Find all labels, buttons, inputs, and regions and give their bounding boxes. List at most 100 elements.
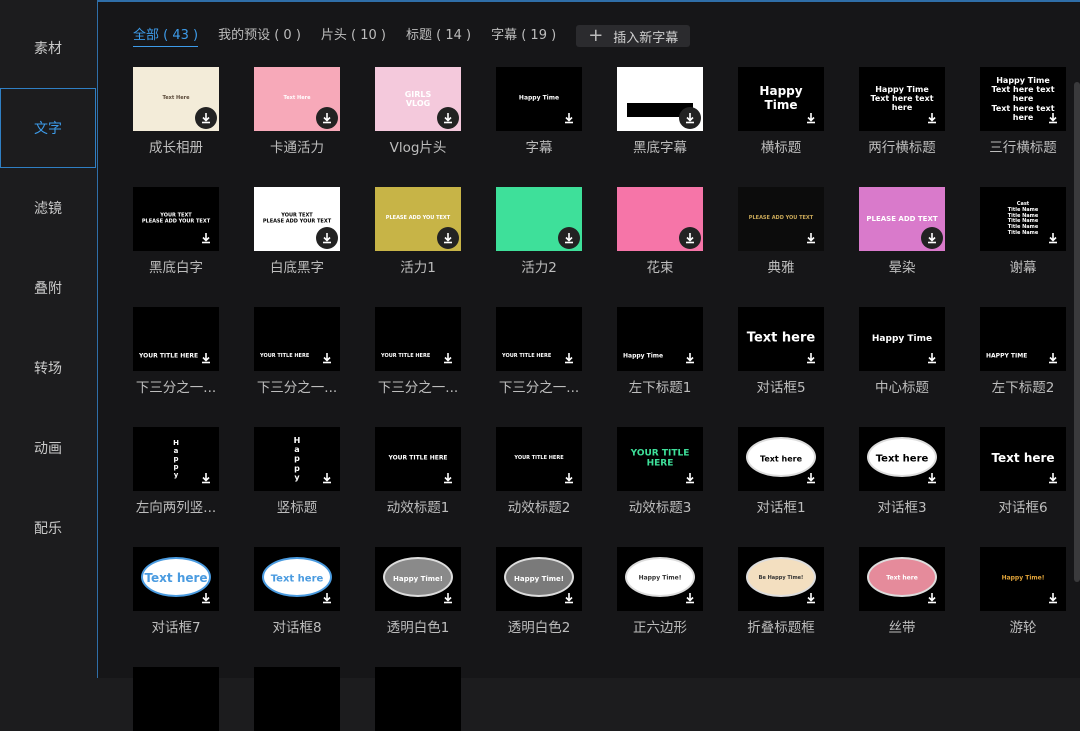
template-thumbnail[interactable]: Text Here <box>133 67 219 131</box>
sidebar-item-transition[interactable]: 转场 <box>0 328 96 408</box>
template-thumbnail[interactable]: Text here <box>133 547 219 611</box>
tab-2[interactable]: 片头 ( 10 ) <box>321 26 386 46</box>
template-thumbnail[interactable]: Happy Time <box>859 307 945 371</box>
download-icon[interactable] <box>316 587 338 609</box>
template-thumbnail[interactable]: YOUR TITLE HERE <box>617 427 703 491</box>
template-card[interactable]: Happy Time! 正六边形 <box>617 547 703 636</box>
template-card[interactable]: HAPPY TIME 左下标题2 <box>980 307 1066 396</box>
download-icon[interactable] <box>195 587 217 609</box>
tab-1[interactable]: 我的预设 ( 0 ) <box>218 26 301 46</box>
template-thumbnail[interactable]: Happy Time! <box>617 547 703 611</box>
template-thumbnail[interactable] <box>617 187 703 251</box>
template-card[interactable]: YOUR TEXT PLEASE ADD YOUR TEXT 黑底白字 <box>133 187 219 276</box>
template-thumbnail[interactable]: GIRLS VLOG <box>375 67 461 131</box>
template-thumbnail[interactable] <box>375 667 461 731</box>
download-icon[interactable] <box>921 227 943 249</box>
template-card[interactable]: 花束 <box>617 187 703 276</box>
template-card[interactable] <box>375 667 461 731</box>
template-card[interactable]: Cast Title Name Title Name Title Name Ti… <box>980 187 1066 276</box>
template-thumbnail[interactable]: Text here <box>980 427 1066 491</box>
download-icon[interactable] <box>195 347 217 369</box>
download-icon[interactable] <box>437 227 459 249</box>
template-card[interactable]: 活力2 <box>496 187 582 276</box>
download-icon[interactable] <box>679 107 701 129</box>
template-thumbnail[interactable]: Happy Time <box>496 67 582 131</box>
template-thumbnail[interactable]: Happy Time Text here text here Text here… <box>980 67 1066 131</box>
download-icon[interactable] <box>558 587 580 609</box>
template-card[interactable]: Text here 对话框6 <box>980 427 1066 516</box>
template-card[interactable]: PLEASE ADD YOU TEXT 典雅 <box>738 187 824 276</box>
template-card[interactable]: Text Here 成长相册 <box>133 67 219 156</box>
download-icon[interactable] <box>558 347 580 369</box>
download-icon[interactable] <box>437 107 459 129</box>
template-card[interactable]: Happy Time! 游轮 <box>980 547 1066 636</box>
download-icon[interactable] <box>921 347 943 369</box>
download-icon[interactable] <box>679 227 701 249</box>
download-icon[interactable] <box>316 347 338 369</box>
template-card[interactable]: Text here 对话框7 <box>133 547 219 636</box>
template-thumbnail[interactable]: Text here <box>738 307 824 371</box>
template-thumbnail[interactable]: YOUR TITLE HERE <box>254 307 340 371</box>
download-icon[interactable] <box>921 467 943 489</box>
download-icon[interactable] <box>316 227 338 249</box>
download-icon[interactable] <box>558 227 580 249</box>
template-thumbnail[interactable] <box>133 667 219 731</box>
download-icon[interactable] <box>558 107 580 129</box>
download-icon[interactable] <box>558 467 580 489</box>
template-card[interactable]: YOUR TITLE HERE 动效标题1 <box>375 427 461 516</box>
download-icon[interactable] <box>437 467 459 489</box>
template-thumbnail[interactable]: Happy Time! <box>375 547 461 611</box>
download-icon[interactable] <box>800 467 822 489</box>
sidebar-item-filter[interactable]: 滤镜 <box>0 168 96 248</box>
template-card[interactable]: Text here 对话框3 <box>859 427 945 516</box>
download-icon[interactable] <box>921 107 943 129</box>
template-card[interactable]: Happy Time 中心标题 <box>859 307 945 396</box>
template-card[interactable]: Happy Time 横标题 <box>738 67 824 156</box>
sidebar-item-text[interactable]: 文字 <box>0 88 96 168</box>
template-card[interactable]: Text here 对话框1 <box>738 427 824 516</box>
template-card[interactable]: H a p p y 竖标题 <box>254 427 340 516</box>
template-thumbnail[interactable]: HAPPY TIME <box>980 307 1066 371</box>
template-card[interactable]: Happy Time! 透明白色1 <box>375 547 461 636</box>
template-thumbnail[interactable] <box>254 667 340 731</box>
template-card[interactable]: YOUR TITLE HERE 下三分之一... <box>254 307 340 396</box>
download-icon[interactable] <box>316 467 338 489</box>
template-thumbnail[interactable]: Happy Time <box>617 307 703 371</box>
download-icon[interactable] <box>195 467 217 489</box>
template-thumbnail[interactable]: Happy Time <box>738 67 824 131</box>
template-thumbnail[interactable]: YOUR TEXT PLEASE ADD YOUR TEXT <box>133 187 219 251</box>
download-icon[interactable] <box>800 227 822 249</box>
sidebar-item-overlay[interactable]: 叠附 <box>0 248 96 328</box>
template-card[interactable]: YOUR TEXT PLEASE ADD YOUR TEXT 白底黑字 <box>254 187 340 276</box>
template-thumbnail[interactable]: YOUR TITLE HERE <box>375 307 461 371</box>
template-thumbnail[interactable]: Happy Time Text here text here <box>859 67 945 131</box>
template-card[interactable]: GIRLS VLOG Vlog片头 <box>375 67 461 156</box>
template-card[interactable]: Text here 对话框8 <box>254 547 340 636</box>
template-card[interactable]: Happy Time 字幕 <box>496 67 582 156</box>
template-card[interactable] <box>254 667 340 731</box>
download-icon[interactable] <box>800 107 822 129</box>
template-thumbnail[interactable]: YOUR TITLE HERE <box>496 427 582 491</box>
template-thumbnail[interactable]: Text here <box>254 547 340 611</box>
sidebar-item-music[interactable]: 配乐 <box>0 488 96 568</box>
template-card[interactable]: YOUR TITLE HERE 动效标题3 <box>617 427 703 516</box>
template-card[interactable]: YOUR TITLE HERE 下三分之一... <box>375 307 461 396</box>
template-thumbnail[interactable]: Text Here <box>254 67 340 131</box>
template-thumbnail[interactable]: YOUR TITLE HERE <box>375 427 461 491</box>
template-card[interactable]: Happy Time 左下标题1 <box>617 307 703 396</box>
template-thumbnail[interactable]: Text here <box>738 427 824 491</box>
download-icon[interactable] <box>437 347 459 369</box>
template-card[interactable]: YOUR TITLE HERE 动效标题2 <box>496 427 582 516</box>
template-card[interactable]: YOUR TITLE HERE 下三分之一... <box>133 307 219 396</box>
download-icon[interactable] <box>316 107 338 129</box>
template-card[interactable]: Text here 对话框5 <box>738 307 824 396</box>
template-thumbnail[interactable]: PLEASE ADD TEXT <box>859 187 945 251</box>
template-card[interactable]: Be Happy Time! 折叠标题框 <box>738 547 824 636</box>
template-thumbnail[interactable]: YOUR TITLE HERE <box>133 307 219 371</box>
template-card[interactable]: Happy Time 黑底字幕 <box>617 67 703 156</box>
template-card[interactable]: Happy Time Text here text here 两行横标题 <box>859 67 945 156</box>
sidebar-item-material[interactable]: 素材 <box>0 8 96 88</box>
download-icon[interactable] <box>1042 587 1064 609</box>
sidebar-item-animation[interactable]: 动画 <box>0 408 96 488</box>
template-thumbnail[interactable]: H a p p y <box>133 427 219 491</box>
